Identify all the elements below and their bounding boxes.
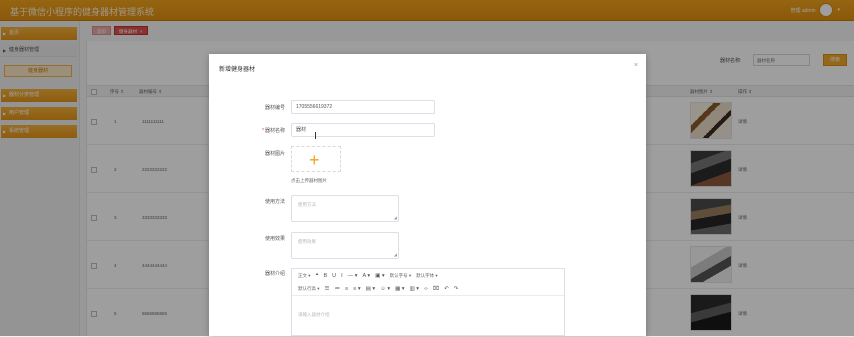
rich-text-editor[interactable]: 正文 ▾ ❝ B U I — ▾ A ▾ ▣ ▾ 默认字号 ▾ 默认字体 ▾ 默… <box>291 268 565 336</box>
upload-tip: 点击上传器材图片 <box>291 178 327 183</box>
table-icon[interactable]: ▤ ▾ <box>366 286 376 292</box>
name-field[interactable]: 器材 <box>291 123 435 137</box>
name-label: *器材名称 <box>235 127 285 134</box>
code-field[interactable]: 1705556619372 <box>291 100 435 114</box>
quote-icon[interactable]: ❝ <box>316 273 319 279</box>
redo-icon[interactable]: ↷ <box>454 286 459 292</box>
add-equipment-dialog: 新增健身器材 × 器材编号 1705556619372 *器材名称 器材 器材图… <box>209 54 646 336</box>
italic-icon[interactable]: I <box>341 273 343 279</box>
code-label: 器材编号 <box>264 105 285 111</box>
editor-toolbar-row: 正文 ▾ ❝ B U I — ▾ A ▾ ▣ ▾ 默认字号 ▾ 默认字体 ▾ <box>292 269 564 283</box>
bulleted-list-icon[interactable]: ☰ <box>325 286 330 292</box>
more-style-icon[interactable]: — ▾ <box>348 273 358 279</box>
image-label: 器材图片 <box>264 151 285 157</box>
usage-placeholder: 使用方法 <box>298 202 316 207</box>
plus-icon: + <box>309 150 320 170</box>
paragraph-style-select[interactable]: 正文 ▾ <box>298 273 311 279</box>
resize-handle-icon[interactable]: ◢ <box>394 252 397 257</box>
align-icon[interactable]: ≡ <box>345 286 348 292</box>
text-cursor-icon <box>315 132 316 139</box>
emoji-icon[interactable]: ☺ ▾ <box>380 286 390 292</box>
line-height-select[interactable]: 默认行高 ▾ <box>298 286 320 292</box>
intro-label: 器材介绍 <box>264 271 285 277</box>
font-size-select[interactable]: 默认字号 ▾ <box>390 273 412 279</box>
name-label-text: 器材名称 <box>264 128 285 134</box>
underline-icon[interactable]: U <box>332 273 336 279</box>
effect-label: 使用效果 <box>264 236 285 242</box>
bold-icon[interactable]: B <box>323 273 327 279</box>
code-icon[interactable]: ‹› <box>424 286 428 292</box>
numbered-list-icon[interactable]: ≔ <box>334 286 340 292</box>
video-icon[interactable]: ▥ ▾ <box>410 286 420 292</box>
editor-toolbar-row: 默认行高 ▾ ☰ ≔ ≡ ≡ ▾ ▤ ▾ ☺ ▾ ▦ ▾ ▥ ▾ ‹› ⌧ ↶ … <box>292 282 564 296</box>
undo-icon[interactable]: ↶ <box>444 286 449 292</box>
font-color-icon[interactable]: A ▾ <box>362 273 370 279</box>
close-icon[interactable]: × <box>634 62 638 69</box>
background-color-icon[interactable]: ▣ ▾ <box>375 273 385 279</box>
resize-handle-icon[interactable]: ◢ <box>394 215 397 220</box>
usage-textarea[interactable]: 使用方法 ◢ <box>291 195 399 222</box>
required-marker: * <box>262 128 264 134</box>
dialog-title: 新增健身器材 <box>219 67 256 73</box>
effect-textarea[interactable]: 使用效果 ◢ <box>291 232 399 259</box>
image-upload-box[interactable]: + <box>291 146 341 172</box>
usage-label: 使用方法 <box>264 199 285 205</box>
editor-placeholder: 请输入器材介绍 <box>298 312 330 317</box>
image-icon[interactable]: ▦ ▾ <box>395 286 405 292</box>
clear-format-icon[interactable]: ⌧ <box>433 286 439 292</box>
effect-placeholder: 使用效果 <box>298 239 316 244</box>
indent-icon[interactable]: ≡ ▾ <box>353 286 361 292</box>
font-family-select[interactable]: 默认字体 ▾ <box>416 273 438 279</box>
